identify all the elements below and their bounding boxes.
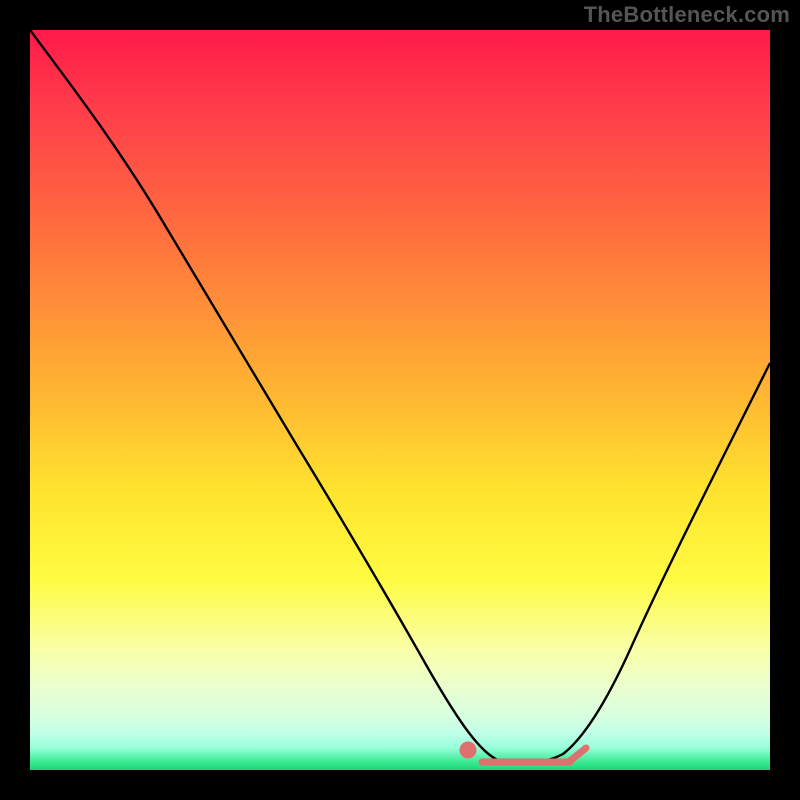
chart-frame: TheBottleneck.com bbox=[0, 0, 800, 800]
curve-layer bbox=[30, 30, 770, 770]
plot-area bbox=[30, 30, 770, 770]
bottleneck-curve bbox=[30, 30, 770, 762]
watermark-text: TheBottleneck.com bbox=[584, 2, 790, 28]
